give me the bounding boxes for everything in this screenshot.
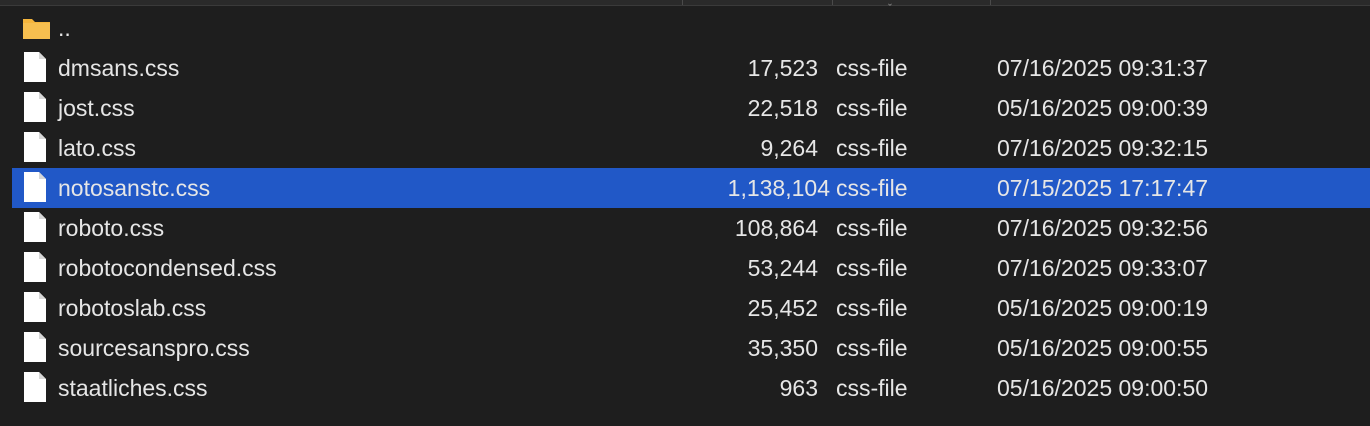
sort-indicator-icon: ˬ <box>888 0 900 5</box>
list-item[interactable]: lato.css 9,264 css-file 07/16/2025 09:32:15 <box>0 128 1370 168</box>
file-type: css-file <box>836 135 908 161</box>
list-item[interactable]: roboto.css 108,864 css-file 07/16/2025 09:3… <box>0 208 1370 248</box>
file-modified: 07/16/2025 09:32:56 <box>997 215 1209 241</box>
file-icon <box>22 171 46 203</box>
file-type: css-file <box>836 335 908 361</box>
file-type: css-file <box>836 375 908 401</box>
file-modified: 07/16/2025 09:33:07 <box>997 255 1209 281</box>
file-name: sourcesanspro.css <box>58 335 250 361</box>
file-size: 9,264 <box>760 135 818 161</box>
file-name: roboto.css <box>58 215 165 241</box>
file-size: 17,523 <box>747 55 818 81</box>
file-icon <box>22 91 46 123</box>
file-modified: 07/15/2025 17:17:47 <box>997 175 1209 201</box>
file-icon <box>22 131 46 163</box>
file-modified: 05/16/2025 09:00:39 <box>997 95 1209 121</box>
file-icon <box>22 291 46 323</box>
file-modified: 07/16/2025 09:32:15 <box>997 135 1209 161</box>
file-type: css-file <box>836 95 908 121</box>
file-modified: 05/16/2025 09:00:55 <box>997 335 1209 361</box>
file-name: dmsans.css <box>58 55 180 81</box>
file-icon <box>22 211 46 243</box>
column-divider[interactable] <box>682 0 683 5</box>
file-size: 963 <box>779 375 818 401</box>
list-item[interactable]: robotocondensed.css 53,244 css-file 07/16/2… <box>0 248 1370 288</box>
file-size: 53,244 <box>747 255 818 281</box>
file-icon <box>22 331 46 363</box>
file-size: 35,350 <box>747 335 818 361</box>
file-name: robotocondensed.css <box>58 255 277 281</box>
file-name: staatliches.css <box>58 375 208 401</box>
file-size: 25,452 <box>747 295 818 321</box>
file-size: 108,864 <box>734 215 818 241</box>
file-type: css-file <box>836 175 908 201</box>
column-divider[interactable] <box>832 0 833 5</box>
file-name: notosanstc.css <box>58 175 211 201</box>
file-type: css-file <box>836 215 908 241</box>
file-icon <box>22 251 46 283</box>
list-item[interactable]: dmsans.css 17,523 css-file 07/16/2025 09:31… <box>0 48 1370 88</box>
file-size: 1,138,104 <box>727 175 830 201</box>
list-item-parent-folder[interactable]: .. <box>0 8 1370 48</box>
file-name: .. <box>58 15 71 41</box>
column-divider[interactable] <box>990 0 991 5</box>
file-type: css-file <box>836 55 908 81</box>
file-type: css-file <box>836 295 908 321</box>
file-list-panel: ˬ .. dmsans.css 17,523 css-file 07/16/2025 … <box>0 0 1370 426</box>
file-name: robotoslab.css <box>58 295 207 321</box>
list-item[interactable]: sourcesanspro.css 35,350 css-file 05/16/202… <box>0 328 1370 368</box>
file-size: 22,518 <box>747 95 818 121</box>
file-icon <box>22 371 46 403</box>
list-item[interactable]: jost.css 22,518 css-file 05/16/2025 09:00:3… <box>0 88 1370 128</box>
folder-icon <box>22 11 50 43</box>
file-modified: 07/16/2025 09:31:37 <box>997 55 1209 81</box>
file-icon <box>22 51 46 83</box>
file-type: css-file <box>836 255 908 281</box>
file-name: jost.css <box>58 95 135 121</box>
file-modified: 05/16/2025 09:00:50 <box>997 375 1209 401</box>
file-name: lato.css <box>58 135 136 161</box>
list-item[interactable]: robotoslab.css 25,452 css-file 05/16/2025 0… <box>0 288 1370 328</box>
file-modified: 05/16/2025 09:00:19 <box>997 295 1209 321</box>
column-header-bar[interactable]: ˬ <box>0 0 1370 6</box>
file-list: .. dmsans.css 17,523 css-file 07/16/2025 09… <box>0 8 1370 408</box>
list-item[interactable]: staatliches.css 963 css-file 05/16/2025 09:… <box>0 368 1370 408</box>
list-item-selected[interactable]: notosanstc.css 1,138,104 css-file 07/15/202… <box>12 168 1370 208</box>
